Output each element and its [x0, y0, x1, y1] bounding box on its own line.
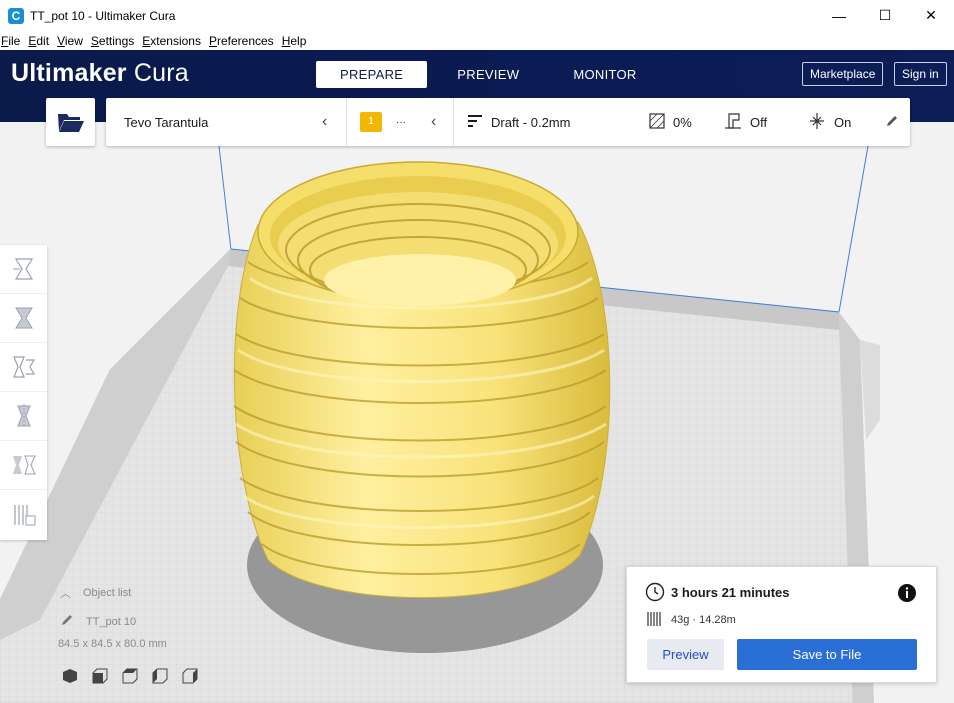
tool-panel	[0, 245, 47, 540]
clock-icon	[645, 582, 665, 607]
top-view-icon[interactable]	[122, 668, 138, 687]
object-name: TT_pot 10	[86, 615, 137, 628]
build-volume-edge	[838, 145, 869, 313]
pencil-icon	[60, 613, 74, 630]
front-view-icon[interactable]	[92, 668, 108, 687]
menu-file[interactable]: File	[0, 34, 23, 48]
support-blocker-icon	[13, 504, 35, 525]
per-model-settings-button[interactable]	[0, 441, 47, 490]
menu-settings[interactable]: Settings	[90, 34, 137, 48]
menu-edit[interactable]: Edit	[27, 34, 52, 48]
view-orientation-buttons	[62, 668, 198, 687]
printer-name: Tevo Tarantula	[124, 114, 209, 130]
support-icon	[725, 112, 741, 133]
minimize-button[interactable]: —	[816, 0, 862, 31]
printer-settings-bar: Tevo Tarantula ‹ 1 ··· ‹ Draft - 0.2mm 0…	[106, 98, 910, 146]
build-volume-edge	[218, 145, 232, 251]
menu-bar: File Edit View Settings Extensions Prefe…	[0, 31, 954, 50]
support-blocker-button[interactable]	[0, 490, 47, 539]
pencil-icon	[885, 114, 899, 131]
move-tool-button[interactable]	[0, 245, 47, 294]
mirror-icon	[16, 404, 31, 428]
adhesion-value: On	[834, 114, 852, 130]
scale-icon	[14, 307, 33, 329]
menu-help[interactable]: Help	[281, 34, 310, 48]
cura-window: C TT_pot 10 - Ultimaker Cura — ☐ ✕ File …	[0, 0, 954, 703]
close-button[interactable]: ✕	[908, 0, 954, 31]
tab-preview[interactable]: PREVIEW	[434, 61, 542, 88]
per-model-settings-icon	[12, 455, 36, 475]
extruder-badge: 1	[360, 112, 382, 132]
object-list-header[interactable]: ︿ Object list	[58, 585, 198, 601]
left-view-icon[interactable]	[152, 668, 168, 687]
filament-icon	[647, 611, 663, 632]
object-list: ︿ Object list TT_pot 10 84.5 x 84.5 x 80…	[58, 585, 198, 687]
sign-in-button[interactable]: Sign in	[894, 62, 947, 86]
menu-extensions[interactable]: Extensions	[141, 34, 204, 48]
chevron-up-icon: ︿	[60, 588, 71, 600]
infill-value: 0%	[673, 114, 692, 130]
rotate-icon	[12, 356, 35, 378]
cura-app-icon: C	[8, 7, 24, 24]
tab-prepare[interactable]: PREPARE	[316, 61, 428, 88]
preview-button[interactable]: Preview	[647, 639, 724, 670]
window-title: TT_pot 10 - Ultimaker Cura	[30, 8, 176, 23]
menu-preferences[interactable]: Preferences	[208, 34, 277, 48]
profile-icon	[468, 114, 482, 130]
menu-view[interactable]: View	[56, 34, 86, 48]
extruder-selector[interactable]: 1 ··· ‹	[347, 98, 453, 146]
info-icon[interactable]	[897, 583, 917, 608]
marketplace-button[interactable]: Marketplace	[802, 62, 884, 86]
title-bar: C TT_pot 10 - Ultimaker Cura — ☐ ✕	[0, 0, 954, 31]
support-value: Off	[750, 114, 768, 130]
chevron-left-icon: ‹	[322, 113, 328, 130]
object-list-label: Object list	[83, 587, 132, 599]
rotate-tool-button[interactable]	[0, 343, 47, 392]
object-dimensions: 84.5 x 84.5 x 80.0 mm	[58, 638, 167, 650]
folder-icon	[57, 114, 84, 132]
print-time: 3 hours 21 minutes	[671, 585, 790, 600]
move-icon	[12, 258, 33, 280]
print-info-panel: 3 hours 21 minutes 43g · 14.28m Preview …	[626, 566, 937, 683]
adhesion-icon	[809, 112, 825, 133]
extruder-more: ···	[396, 116, 406, 128]
profile-name: Draft - 0.2mm	[491, 114, 571, 130]
right-view-icon[interactable]	[182, 668, 198, 687]
print-settings-selector[interactable]: Draft - 0.2mm 0% Off On	[454, 98, 910, 146]
maximize-button[interactable]: ☐	[862, 0, 908, 31]
stage-tabs: PREPARE PREVIEW MONITOR	[316, 61, 660, 88]
object-list-item[interactable]: TT_pot 10	[58, 613, 198, 630]
material-estimate: 43g · 14.28m	[671, 614, 736, 626]
chevron-left-icon: ‹	[431, 113, 437, 130]
infill-icon	[649, 112, 665, 132]
open-file-button[interactable]	[46, 98, 95, 146]
window-controls: — ☐ ✕	[816, 0, 954, 31]
mirror-tool-button[interactable]	[0, 392, 47, 441]
ultimaker-cura-logo: Ultimaker Cura	[11, 59, 189, 87]
printer-selector[interactable]: Tevo Tarantula ‹	[106, 98, 346, 146]
pot-model[interactable]	[233, 161, 611, 599]
3d-view-icon[interactable]	[62, 668, 78, 687]
tab-monitor[interactable]: MONITOR	[550, 61, 659, 88]
scale-tool-button[interactable]	[0, 294, 47, 343]
save-to-file-button[interactable]: Save to File	[737, 639, 917, 670]
